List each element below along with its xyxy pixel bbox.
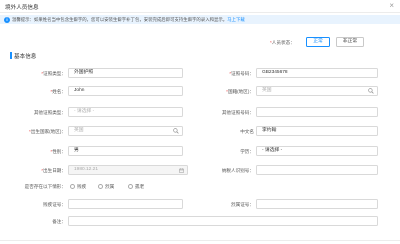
gender-select[interactable]: 男 [68, 146, 183, 156]
birth-date-value: 1980.12.21 [74, 167, 99, 172]
nationality-placeholder: 英国 [262, 88, 272, 93]
birth-country-select[interactable]: 英国 [68, 126, 183, 136]
checkbox-icon[interactable] [128, 184, 133, 189]
checkbox-icon[interactable] [98, 184, 103, 189]
other-id-type-select[interactable]: - 请选择 - [68, 107, 183, 117]
chinese-name-input[interactable]: 李约翰 [256, 126, 378, 136]
nationality-select[interactable]: 英国 [256, 86, 378, 96]
gender-label: *性别： [50, 149, 66, 154]
taxpayer-id-label: 纳税人识别号： [221, 168, 254, 173]
birth-date-input[interactable]: 1980.12.21 [68, 165, 188, 175]
martyr-no-input[interactable] [256, 199, 378, 209]
name-label: *姓名： [50, 89, 66, 94]
education-select[interactable]: - 请选择 - [256, 146, 378, 156]
nationality-label: *国籍(地区)： [226, 89, 254, 94]
martyr-no-label: 烈属证号： [231, 202, 254, 207]
download-link[interactable]: 马上下载 [227, 17, 245, 22]
id-number-input[interactable]: GB2345678 [256, 68, 378, 78]
option-lonely-elderly[interactable]: 孤老 [128, 184, 144, 190]
search-icon[interactable] [173, 128, 179, 134]
education-label: 学历： [240, 149, 254, 154]
notice-text: 温馨提示：如果姓名当中包含生僻字的，您可以安装生僻字补丁包，安装完成后即可支持生… [12, 17, 228, 22]
taxpayer-id-input[interactable] [256, 165, 378, 175]
id-type-label: *证照类型： [41, 71, 66, 76]
id-number-label: *证照号码： [229, 71, 254, 76]
checkbox-icon[interactable] [70, 184, 75, 189]
status-abnormal-button[interactable]: 非正常 [336, 37, 364, 47]
chinese-name-label: 中文名 [240, 129, 254, 134]
remark-label: 备注： [52, 219, 66, 224]
dialog-title: 境外人员信息 [5, 5, 39, 11]
other-id-number-label: 其他证照号码： [221, 110, 254, 115]
other-id-type-label: 其他证照类型： [33, 110, 66, 115]
close-icon[interactable]: × [389, 1, 394, 11]
dialog-titlebar: 境外人员信息 × [0, 0, 400, 13]
other-id-number-input[interactable] [256, 107, 378, 117]
section-title: 基本信息 [14, 54, 37, 60]
birth-country-placeholder: 英国 [74, 128, 84, 133]
status-normal-button[interactable]: 正常 [306, 37, 330, 47]
search-icon[interactable] [368, 88, 374, 94]
birth-country-label: *出生国家(地区)： [28, 129, 66, 134]
disability-no-label: 残疾证号： [43, 202, 66, 207]
section-accent-bar [10, 52, 12, 59]
special-status-label: 是否存在以下情形： [24, 184, 66, 189]
bottom-divider [0, 240, 400, 241]
info-icon: i [4, 16, 10, 23]
status-label: *人员状态： [270, 39, 295, 45]
birth-date-label: *出生日期： [41, 168, 66, 173]
disability-no-input[interactable] [68, 199, 183, 209]
notice-bar: i 温馨提示：如果姓名当中包含生僻字的，您可以安装生僻字补丁包，安装完成后即可支… [0, 15, 400, 24]
option-martyr-family[interactable]: 烈属 [98, 184, 114, 190]
remark-input[interactable] [68, 216, 378, 226]
calendar-icon[interactable] [179, 167, 184, 173]
option-disabled[interactable]: 残疾 [70, 184, 86, 190]
name-input[interactable]: John [68, 86, 183, 96]
id-type-select[interactable]: 外国护照 [68, 68, 183, 78]
